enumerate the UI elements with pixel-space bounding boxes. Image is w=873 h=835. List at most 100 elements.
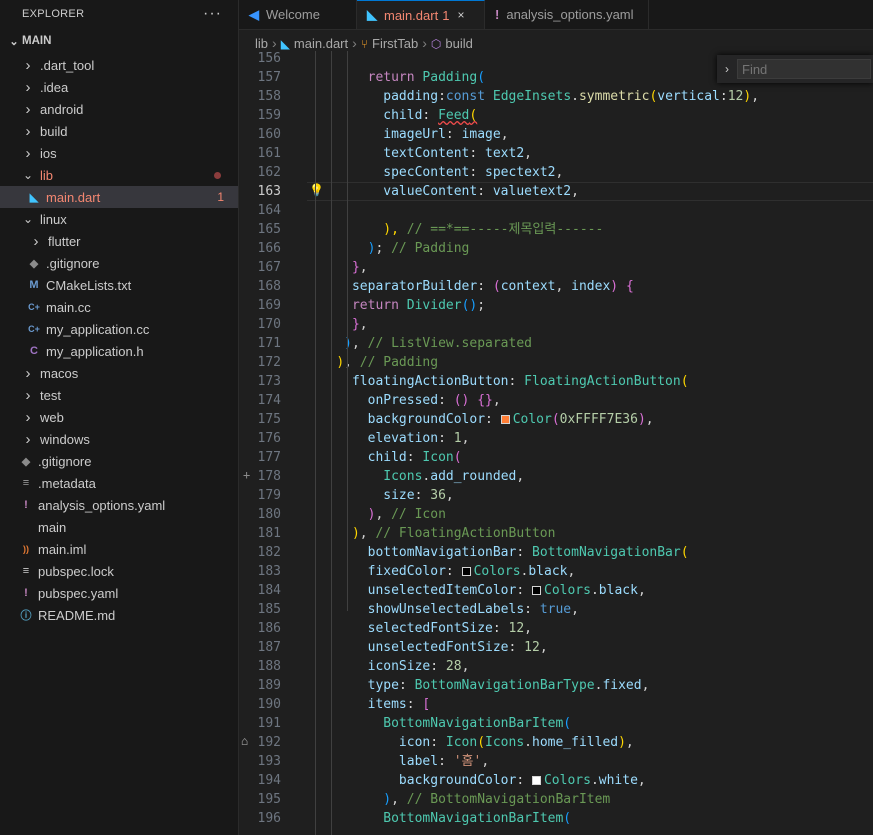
breadcrumb-item[interactable]: ◣ main.dart bbox=[281, 36, 348, 51]
file-item[interactable]: ≡ .metadata bbox=[0, 472, 238, 494]
code-token: child bbox=[383, 108, 423, 123]
code-token: Colors bbox=[544, 583, 591, 598]
code-token: spectext2 bbox=[485, 165, 556, 180]
folder-item[interactable]: › windows bbox=[0, 428, 238, 450]
code-editor[interactable]: 156 157 return Padding(158 padding:const … bbox=[239, 51, 873, 835]
code-line: 190 items: [ bbox=[239, 695, 873, 714]
workspace-root[interactable]: ⌄ MAIN bbox=[0, 28, 238, 54]
folder-item[interactable]: › macos bbox=[0, 362, 238, 384]
dart-icon: ◣ bbox=[367, 7, 377, 22]
folder-item[interactable]: › .dart_tool bbox=[0, 54, 238, 76]
folder-item[interactable]: ⌄ linux bbox=[0, 208, 238, 230]
folder-item[interactable]: › ios bbox=[0, 142, 238, 164]
tab-main-dart[interactable]: ◣ main.dart 1 × bbox=[357, 0, 485, 29]
folder-item[interactable]: ⌄ lib bbox=[0, 164, 238, 186]
line-number: 162 bbox=[257, 165, 281, 180]
folder-item[interactable]: › build bbox=[0, 120, 238, 142]
line-number: 187 bbox=[257, 640, 281, 655]
file-item[interactable]: main bbox=[0, 516, 238, 538]
line-number: 159 bbox=[257, 108, 281, 123]
code-line: 183 fixedColor: Colors.black, bbox=[239, 562, 873, 581]
breadcrumb-item[interactable]: lib bbox=[255, 36, 268, 51]
folder-item[interactable]: › web bbox=[0, 406, 238, 428]
file-item[interactable]: ◆ .gitignore bbox=[0, 450, 238, 472]
code-token: , bbox=[524, 146, 532, 161]
more-actions-icon[interactable]: ··· bbox=[203, 5, 222, 23]
file-item[interactable]: ! pubspec.yaml bbox=[0, 582, 238, 604]
fold-plus-icon[interactable]: + bbox=[243, 468, 250, 482]
code-token: : bbox=[719, 89, 728, 104]
folder-item[interactable]: › test bbox=[0, 384, 238, 406]
tree-item-label: .idea bbox=[40, 79, 69, 95]
file-item[interactable]: ⓘ README.md bbox=[0, 604, 238, 626]
folder-item[interactable]: › flutter bbox=[0, 230, 238, 252]
file-item[interactable]: )) main.iml bbox=[0, 538, 238, 560]
code-token: : bbox=[445, 564, 462, 579]
find-input[interactable] bbox=[737, 59, 871, 79]
tab-analysis-options-yaml[interactable]: ! analysis_options.yaml bbox=[485, 0, 649, 29]
git-icon: ◆ bbox=[29, 257, 39, 270]
code-token: , bbox=[351, 336, 360, 351]
file-item[interactable]: Cmy_application.h bbox=[0, 340, 238, 362]
code-text: Icons.add_rounded, bbox=[305, 467, 524, 486]
color-swatch[interactable] bbox=[532, 586, 541, 595]
line-number: 185 bbox=[257, 602, 281, 617]
cpp-icon: C+ bbox=[28, 324, 40, 334]
chevron-right-icon[interactable]: › bbox=[717, 62, 737, 76]
code-token: , bbox=[641, 678, 650, 693]
color-swatch[interactable] bbox=[461, 567, 471, 576]
line-number: 191 bbox=[257, 716, 281, 731]
file-item[interactable]: C+ my_application.cc bbox=[0, 318, 238, 340]
chevron-right-icon: › bbox=[25, 100, 31, 118]
code-line: 192 icon: Icon(Icons.home_filled), bbox=[239, 733, 873, 752]
line-number: 176 bbox=[257, 431, 281, 446]
code-line: 184 unselectedItemColor: Colors.black, bbox=[239, 581, 873, 600]
breadcrumb-item[interactable]: ⬡ build bbox=[431, 36, 473, 51]
tree-item-label: ios bbox=[40, 145, 57, 161]
code-token: unselectedFontSize bbox=[367, 640, 509, 655]
chevron-right-icon: › bbox=[352, 35, 357, 51]
code-token: , bbox=[539, 640, 548, 655]
folder-item[interactable]: › .idea bbox=[0, 76, 238, 98]
folder-item[interactable]: › android bbox=[0, 98, 238, 120]
code-line: 166 ); // Padding bbox=[239, 239, 873, 258]
line-number: 193 bbox=[257, 754, 281, 769]
code-line: 173 floatingActionButton: FloatingAction… bbox=[239, 372, 873, 391]
code-token: : bbox=[516, 545, 532, 560]
tree-item-label: pubspec.lock bbox=[38, 563, 114, 579]
code-text: imageUrl: image, bbox=[305, 125, 508, 144]
file-item[interactable]: ! analysis_options.yaml bbox=[0, 494, 238, 516]
breadcrumb-label: lib bbox=[255, 35, 269, 51]
line-number: 161 bbox=[257, 146, 281, 161]
code-token: : bbox=[422, 108, 439, 123]
lightbulb-icon[interactable]: 💡 bbox=[309, 183, 324, 197]
code-text: ), // Icon bbox=[305, 505, 446, 524]
file-item[interactable]: ◆ .gitignore bbox=[0, 252, 238, 274]
code-text: unselectedFontSize: 12, bbox=[305, 638, 548, 657]
color-swatch[interactable] bbox=[500, 415, 510, 424]
code-token: const bbox=[445, 89, 493, 104]
code-line: 169 return Divider(); bbox=[239, 296, 873, 315]
color-swatch[interactable] bbox=[531, 776, 541, 785]
tree-item-label: .metadata bbox=[38, 475, 96, 491]
problem-count-badge: 1 bbox=[217, 190, 224, 204]
code-token: ( bbox=[453, 450, 462, 465]
breadcrumb-item[interactable]: ⑂ FirstTab bbox=[361, 36, 418, 51]
code-token: , bbox=[461, 431, 470, 446]
file-item[interactable]: C+ main.cc bbox=[0, 296, 238, 318]
chevron-right-icon: › bbox=[25, 364, 31, 382]
tree-item-label: main.iml bbox=[38, 541, 87, 557]
file-item[interactable]: M CMakeLists.txt bbox=[0, 274, 238, 296]
code-token: 1 bbox=[453, 431, 462, 446]
file-item[interactable]: ≡ pubspec.lock bbox=[0, 560, 238, 582]
code-token: valueContent bbox=[383, 184, 478, 199]
code-token: : bbox=[438, 754, 454, 769]
close-icon[interactable]: × bbox=[457, 8, 464, 22]
file-item[interactable]: ◣ main.dart 1 bbox=[0, 186, 238, 208]
code-token: , bbox=[625, 735, 634, 750]
tab-welcome[interactable]: ◀ Welcome bbox=[239, 0, 357, 29]
